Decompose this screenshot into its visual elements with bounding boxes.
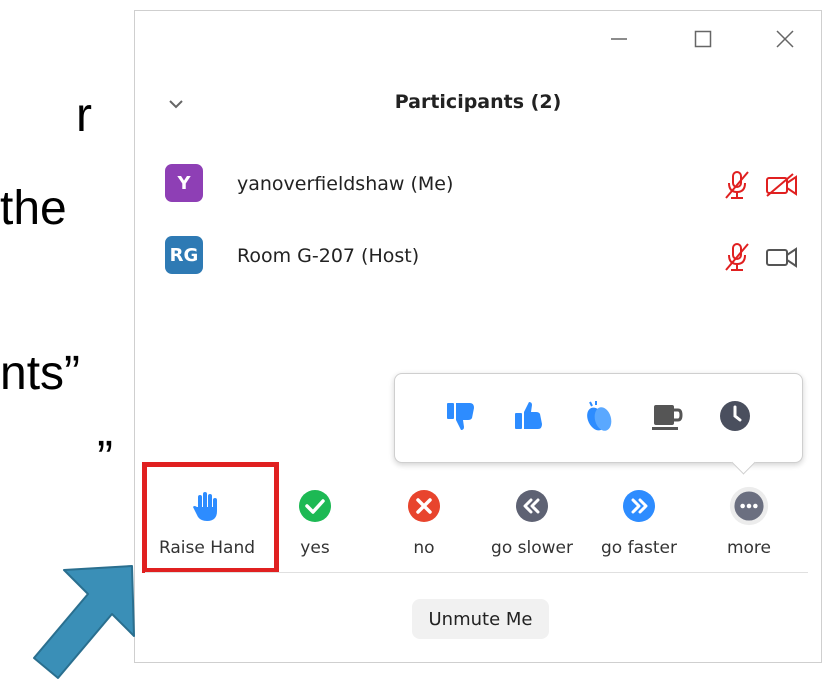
go-slower-label: go slower [491, 538, 573, 558]
slide-text-fragment: r [76, 89, 92, 142]
go-faster-label: go faster [601, 538, 677, 558]
slide-text-fragment: ” [97, 432, 113, 485]
divider [145, 572, 808, 573]
participant-name: yanoverfieldshaw (Me) [237, 173, 454, 195]
minimize-button[interactable] [605, 25, 633, 53]
fast-forward-icon [619, 486, 659, 526]
avatar: Y [165, 164, 203, 202]
slide-text-fragment: the [0, 182, 67, 235]
no-label: no [413, 538, 435, 558]
go-faster-button[interactable]: go faster [587, 486, 691, 566]
unmute-button[interactable]: Unmute Me [412, 599, 549, 639]
mic-muted-icon[interactable] [723, 242, 751, 272]
rewind-icon [512, 486, 552, 526]
clock-button[interactable] [715, 396, 755, 436]
check-icon [295, 486, 335, 526]
coffee-icon [652, 405, 683, 430]
coffee-button[interactable] [647, 396, 687, 436]
yes-label: yes [300, 538, 330, 558]
yes-button[interactable]: yes [263, 486, 367, 566]
thumbs-up-icon [515, 402, 542, 429]
clap-button[interactable] [579, 396, 619, 436]
raise-hand-label: Raise Hand [158, 538, 256, 558]
thumbs-down-button[interactable] [441, 396, 481, 436]
close-button[interactable] [771, 25, 799, 53]
participant-name: Room G-207 (Host) [237, 245, 420, 267]
raise-hand-button[interactable]: Raise Hand [155, 486, 259, 566]
participant-row[interactable]: RG Room G-207 (Host) [165, 236, 805, 276]
more-icon [729, 486, 769, 526]
popup-tail [731, 450, 756, 475]
slide-text-fragment: nts” [0, 347, 81, 400]
maximize-button[interactable] [689, 25, 717, 53]
x-icon [404, 486, 444, 526]
go-slower-button[interactable]: go slower [480, 486, 584, 566]
participants-window: Participants (2) Y yanoverfieldshaw (Me)… [134, 10, 822, 663]
hand-icon [187, 486, 227, 526]
video-off-icon[interactable] [765, 172, 799, 198]
more-button[interactable]: more [697, 486, 801, 566]
minimize-icon [611, 38, 627, 40]
clap-icon [587, 401, 612, 431]
clock-icon [720, 401, 750, 431]
video-icon[interactable] [765, 244, 799, 270]
thumbs-down-icon [447, 403, 474, 430]
reactions-popup [394, 373, 803, 475]
mic-muted-icon[interactable] [723, 170, 751, 200]
thumbs-up-button[interactable] [509, 396, 549, 436]
annotation-arrow-icon [33, 565, 135, 679]
no-button[interactable]: no [372, 486, 476, 566]
panel-title: Participants (2) [394, 91, 562, 113]
maximize-icon [694, 30, 712, 48]
more-label: more [726, 538, 772, 558]
avatar: RG [165, 236, 203, 274]
close-icon [776, 30, 794, 48]
participant-row[interactable]: Y yanoverfieldshaw (Me) [165, 164, 805, 204]
